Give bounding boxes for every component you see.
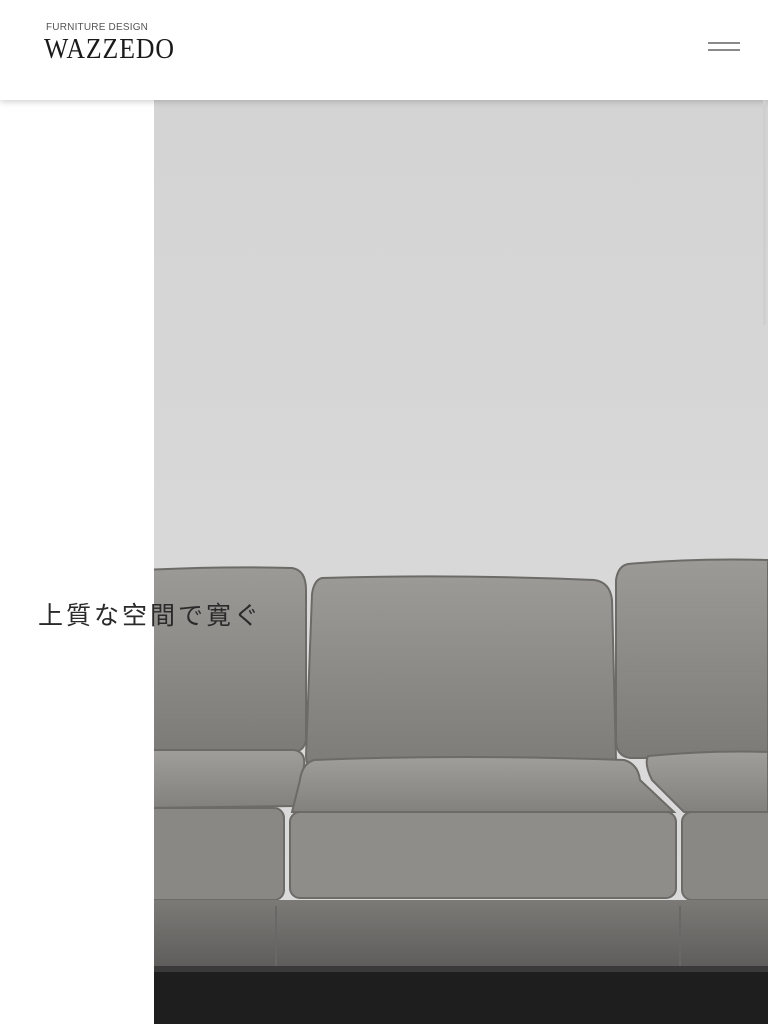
hero-catchcopy: 上質な空間で寛ぐ [38, 601, 263, 630]
brand-logo[interactable]: WAZZEDO [44, 34, 175, 66]
hamburger-line-top [708, 42, 740, 44]
seat-cushion-center [290, 756, 677, 813]
hamburger-line-bottom [708, 49, 740, 51]
hero-image [154, 100, 768, 1024]
back-cushion-right [615, 558, 768, 759]
scrollbar[interactable] [763, 100, 766, 325]
seat-cushion-left [154, 749, 306, 809]
brand[interactable]: FURNITURE DESIGN WAZZEDO [44, 22, 186, 66]
brand-tagline: FURNITURE DESIGN [46, 22, 149, 33]
sofa-illustration [154, 100, 768, 1024]
hamburger-icon[interactable] [708, 42, 740, 58]
back-cushion-center [304, 575, 618, 773]
site-header: FURNITURE DESIGN WAZZEDO [0, 0, 768, 100]
